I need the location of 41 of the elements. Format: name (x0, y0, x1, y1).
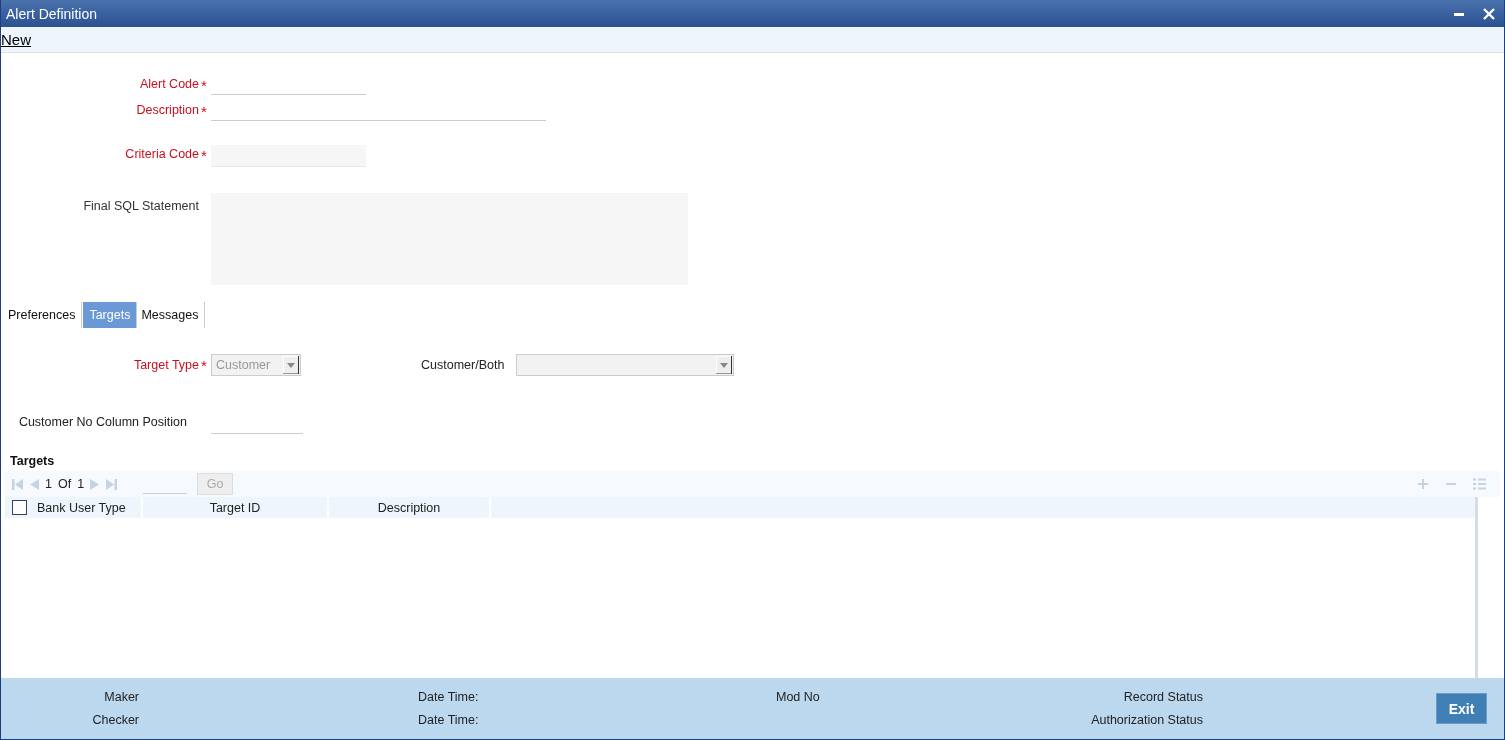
window-title: Alert Definition (6, 5, 98, 22)
field-label: Alert Code (139, 77, 199, 93)
dropdown-arrow-icon (716, 356, 733, 374)
field-label: Description (136, 103, 199, 119)
select-all-checkbox[interactable] (12, 500, 27, 515)
page-total: 1 (77, 477, 85, 491)
audit-label: Mod No (776, 690, 821, 704)
audit-label: Date Time: (418, 713, 480, 727)
required-asterisk: * (200, 103, 208, 120)
required-asterisk: * (200, 147, 208, 164)
audit-label: Record Status (1123, 690, 1203, 704)
field-label: Criteria Code (125, 147, 199, 163)
add-row-icon[interactable] (1417, 478, 1429, 490)
field-label: Target Type (133, 358, 199, 372)
audit-label: Maker (104, 690, 139, 704)
column-header-label: Bank User Type (37, 500, 126, 515)
dropdown-arrow-icon (283, 356, 299, 374)
column-header: Description (329, 497, 491, 518)
section-title: Targets (9, 454, 56, 468)
exit-button[interactable]: Exit (1436, 693, 1487, 724)
page-number: 1 (45, 477, 52, 491)
last-page-icon[interactable] (106, 478, 118, 490)
close-icon[interactable] (1483, 7, 1495, 20)
new-link[interactable]: New (1, 31, 31, 48)
tab[interactable]: Targets (83, 302, 138, 328)
audit-label: Authorization Status (1091, 713, 1203, 727)
audit-label: Checker (92, 713, 139, 727)
required-asterisk: * (200, 356, 208, 374)
field-label: Customer No Column Position (18, 415, 188, 431)
next-page-icon[interactable] (90, 478, 101, 490)
required-asterisk: * (200, 77, 208, 94)
audit-label: Date Time: (418, 690, 480, 704)
page-of-text: Of (57, 477, 72, 491)
previous-page-icon[interactable] (29, 478, 39, 490)
field-label: Final SQL Statement (83, 198, 199, 215)
list-icon[interactable] (1473, 478, 1486, 490)
target-type-dropdown[interactable]: Customer (211, 354, 301, 376)
first-page-icon[interactable] (12, 478, 23, 490)
column-header: Target ID (143, 497, 329, 518)
field-label: Customer/Both (421, 358, 506, 372)
customer-both-dropdown[interactable] (516, 354, 735, 376)
